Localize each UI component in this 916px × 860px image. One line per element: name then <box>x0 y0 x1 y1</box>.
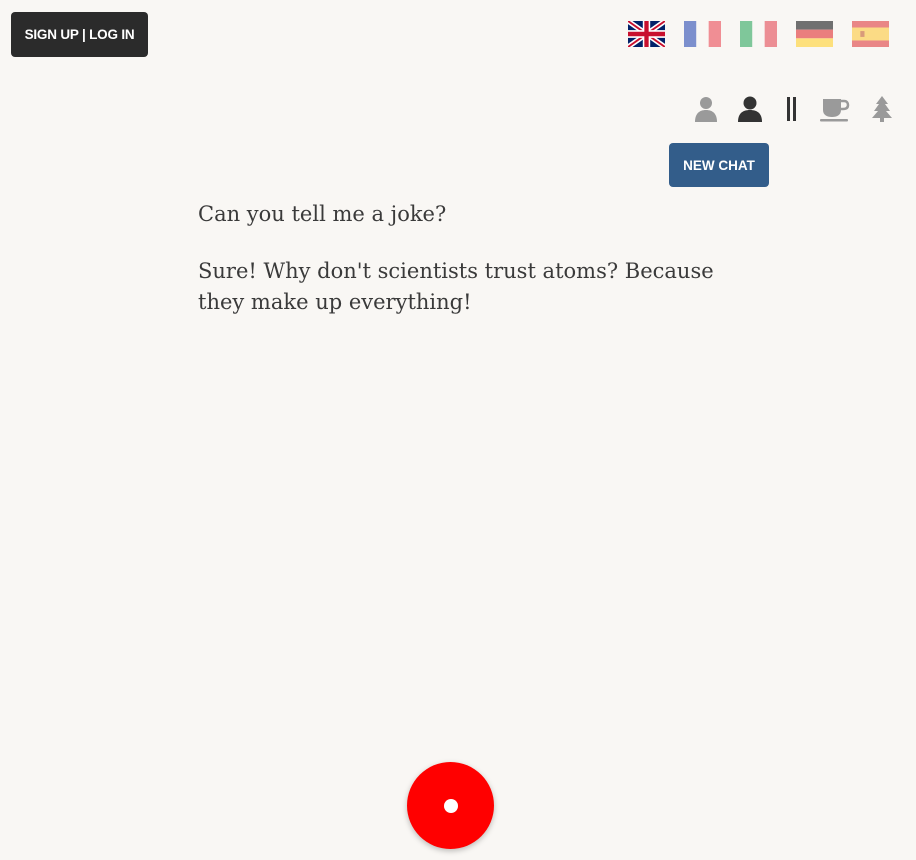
tree-icon[interactable] <box>872 96 892 124</box>
flag-uk-icon[interactable] <box>628 21 665 47</box>
record-dot-icon <box>443 798 458 813</box>
assistant-message: Sure! Why don't scientists trust atoms? … <box>198 259 714 314</box>
record-button[interactable] <box>407 762 494 849</box>
flag-france-icon[interactable] <box>684 21 721 47</box>
chat-transcript: Can you tell me a joke? Sure! Why don't … <box>198 199 718 344</box>
pause-icon[interactable] <box>786 96 798 124</box>
new-chat-button[interactable]: NEW CHAT <box>669 143 769 187</box>
person-icon[interactable] <box>738 96 762 124</box>
person-icon[interactable] <box>695 96 717 124</box>
flag-germany-icon[interactable] <box>796 21 833 47</box>
coffee-icon[interactable] <box>820 96 850 124</box>
language-selector <box>628 21 889 47</box>
flag-spain-icon[interactable] <box>852 21 889 47</box>
sign-up-log-in-button[interactable]: SIGN UP | LOG IN <box>11 12 148 57</box>
flag-italy-icon[interactable] <box>740 21 777 47</box>
mode-selector <box>694 96 894 124</box>
user-message: Can you tell me a joke? <box>198 202 447 226</box>
